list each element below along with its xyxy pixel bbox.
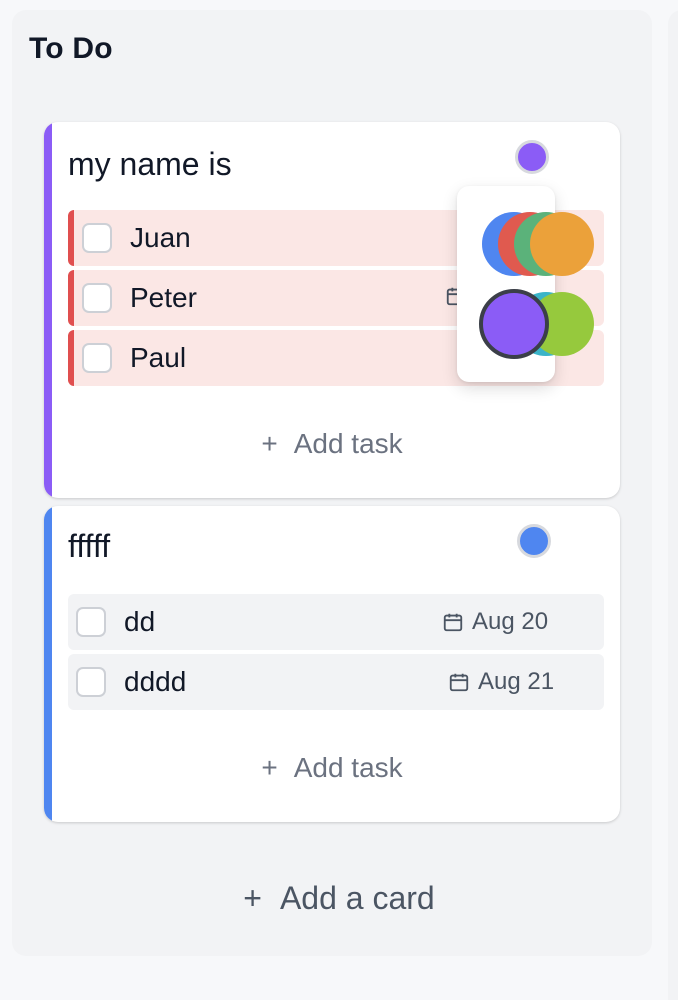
card-color-dot[interactable] xyxy=(517,524,551,558)
calendar-icon xyxy=(443,613,463,632)
card-title[interactable]: my name is xyxy=(68,146,232,183)
add-task-button[interactable]: + Add task xyxy=(44,752,620,784)
task-label: Juan xyxy=(130,222,191,253)
due-date[interactable]: Aug 21 xyxy=(448,668,554,696)
next-column-edge xyxy=(668,10,678,1000)
add-task-label: Add task xyxy=(293,428,403,459)
add-task-button[interactable]: + Add task xyxy=(44,428,620,460)
task-label: dd xyxy=(124,606,156,637)
task-row[interactable]: dddd Aug 21 xyxy=(68,654,604,710)
calendar-icon xyxy=(449,673,469,692)
task-label: Paul xyxy=(130,342,187,373)
due-date-label: Aug 20 xyxy=(472,608,549,635)
due-date[interactable]: Aug 20 xyxy=(442,608,548,636)
add-task-label: Add task xyxy=(293,752,403,783)
task-label: dddd xyxy=(124,666,187,697)
color-swatch-purple-selected[interactable] xyxy=(479,289,549,359)
task-checkbox[interactable] xyxy=(76,667,106,697)
add-card-button[interactable]: + Add a card xyxy=(0,880,678,917)
task-label: Peter xyxy=(130,282,197,313)
plus-icon: + xyxy=(261,752,278,783)
column-title: To Do xyxy=(29,32,113,65)
add-card-label: Add a card xyxy=(279,880,435,916)
card-title[interactable]: fffff xyxy=(68,528,110,565)
plus-icon: + xyxy=(261,428,278,459)
task-row[interactable]: dd Aug 20 xyxy=(68,594,604,650)
due-date-label: Aug 21 xyxy=(478,668,555,695)
task-checkbox[interactable] xyxy=(82,343,112,373)
task-checkbox[interactable] xyxy=(82,223,112,253)
plus-icon: + xyxy=(243,880,262,916)
card-fffff[interactable]: fffff dd Aug 20 dddd Aug 21 + Add task xyxy=(44,506,620,822)
color-swatch-orange[interactable] xyxy=(530,212,594,276)
task-checkbox[interactable] xyxy=(82,283,112,313)
card-color-dot[interactable] xyxy=(515,140,549,174)
task-checkbox[interactable] xyxy=(76,607,106,637)
